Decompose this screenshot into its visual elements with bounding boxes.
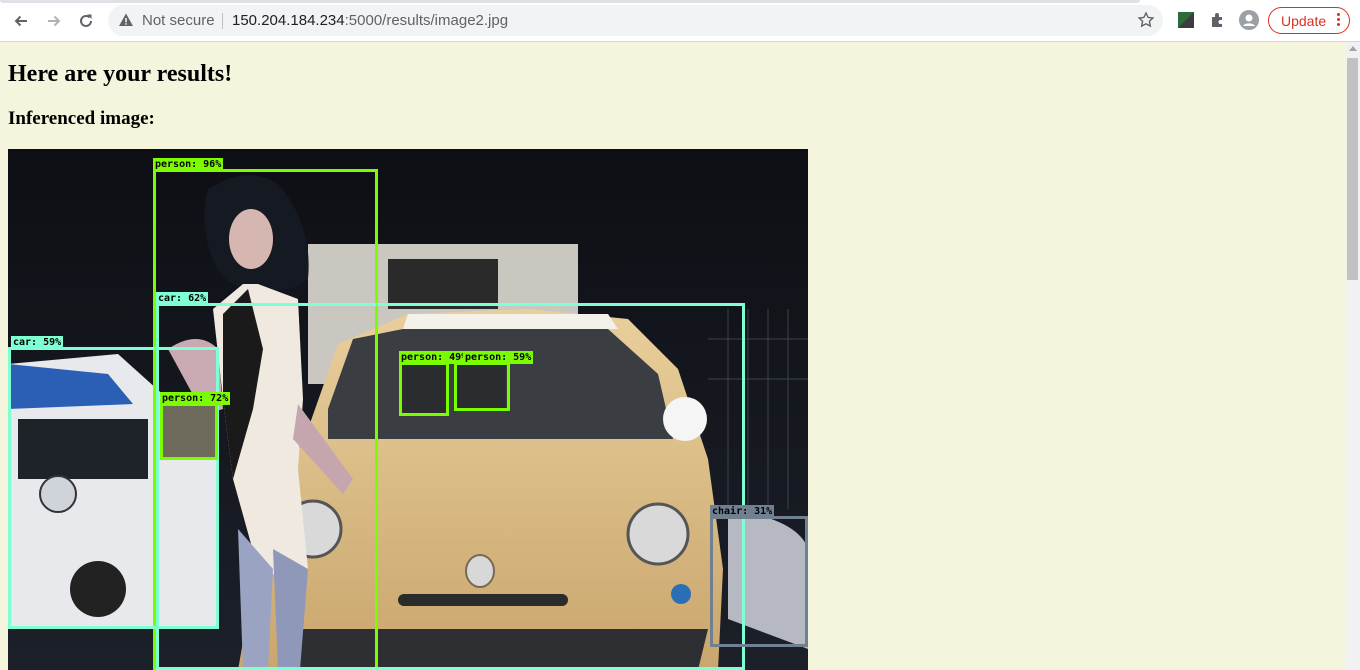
page-title: Here are your results! — [8, 61, 233, 87]
tab-strip — [0, 0, 1140, 3]
url-path: :5000/results/image2.jpg — [344, 12, 509, 29]
page-scrollbar[interactable] — [1345, 42, 1360, 670]
detection-label: person: 59% — [463, 351, 534, 364]
address-bar[interactable]: Not secure 150.204.184.234:5000/results/… — [108, 5, 1163, 36]
forward-arrow-icon — [48, 15, 61, 27]
detection-label: car: 62% — [156, 292, 209, 305]
security-status[interactable]: Not secure — [142, 12, 215, 29]
detection-box-person-2: person: 72% — [160, 392, 231, 460]
update-label: Update — [1281, 12, 1327, 29]
profile-avatar-icon[interactable] — [1239, 10, 1259, 30]
inferenced-image: person: 96% car: 62% car: 59% person: 72… — [8, 149, 808, 670]
url-host: 150.204.184.234 — [232, 12, 345, 29]
back-arrow-icon — [14, 15, 27, 27]
extensions-puzzle-icon[interactable] — [1208, 10, 1228, 30]
detection-label: chair: 31% — [710, 505, 775, 518]
separator — [222, 13, 223, 29]
detection-box-chair: chair: 31% — [710, 505, 808, 647]
detection-label: car: 59% — [11, 336, 64, 349]
section-heading: Inferenced image: — [8, 108, 155, 129]
warning-icon — [119, 13, 133, 26]
menu-dots-icon — [1337, 13, 1340, 28]
extension-leaf-icon[interactable] — [1176, 10, 1196, 30]
back-button[interactable] — [8, 8, 34, 34]
url-text[interactable]: 150.204.184.234:5000/results/image2.jpg — [232, 12, 508, 29]
detection-label: person: 96% — [153, 158, 224, 171]
detection-label: person: 72% — [160, 392, 231, 405]
update-button[interactable]: Update — [1268, 7, 1350, 34]
reload-icon — [80, 14, 92, 27]
forward-button[interactable] — [41, 8, 67, 34]
reload-button[interactable] — [73, 8, 99, 34]
detection-box-person-3: person: 49% — [399, 351, 470, 416]
detection-box-car-2: car: 59% — [8, 336, 219, 629]
detection-box-person-4: person: 59% — [454, 351, 534, 411]
scroll-thumb[interactable] — [1347, 58, 1358, 280]
browser-toolbar: Not secure 150.204.184.234:5000/results/… — [0, 0, 1360, 42]
scroll-up-arrow-icon[interactable] — [1349, 46, 1357, 51]
bookmark-star-icon[interactable] — [1137, 11, 1155, 29]
